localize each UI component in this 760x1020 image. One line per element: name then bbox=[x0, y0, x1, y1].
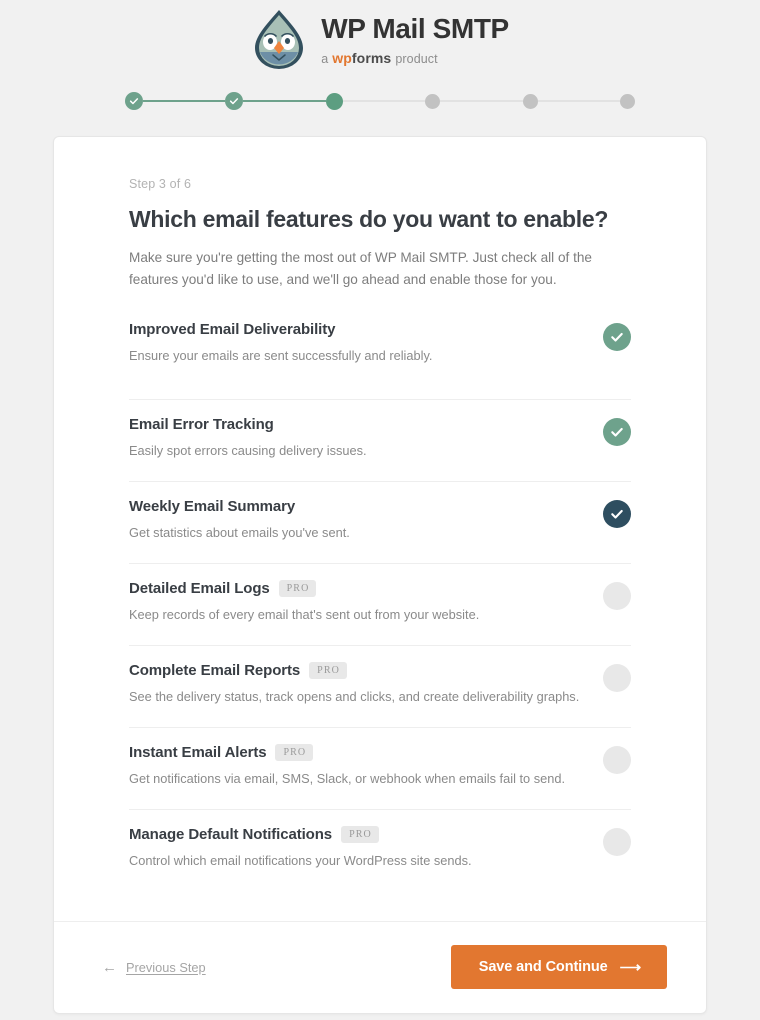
brand-tagline-forms: forms bbox=[351, 49, 392, 66]
stepper-dot-5[interactable] bbox=[522, 93, 538, 109]
stepper-dot-4[interactable] bbox=[425, 93, 441, 109]
page-title: Which email features do you want to enab… bbox=[129, 206, 609, 232]
feature-copy: Manage Default Notifications PRO Control w… bbox=[129, 826, 603, 871]
stepper-connector-5 bbox=[537, 100, 621, 102]
feature-title: Complete Email Reports bbox=[129, 662, 301, 680]
feature-copy: Email Error Tracking Easily spot errors c… bbox=[129, 416, 603, 461]
stepper-dot-3[interactable] bbox=[325, 92, 343, 110]
brand-logo: WP Mail SMTP a wp forms product bbox=[251, 8, 509, 70]
feature-description: Control which email notifications your W… bbox=[129, 853, 472, 869]
feature-title-line: Email Error Tracking bbox=[129, 416, 587, 433]
feature-description: Ensure your emails are sent successfully… bbox=[129, 348, 433, 364]
feature-copy: Instant Email Alerts PRO Get notifications… bbox=[129, 744, 603, 789]
page-description: Make sure you're getting the most out of… bbox=[129, 250, 592, 288]
feature-title: Manage Default Notifications bbox=[129, 826, 333, 844]
brand-tagline-prefix: a bbox=[321, 51, 329, 66]
feature-title: Email Error Tracking bbox=[129, 416, 274, 434]
feature-row[interactable]: Complete Email Reports PRO See the deliver… bbox=[129, 645, 631, 727]
feature-title-line: Detailed Email Logs PRO bbox=[129, 580, 587, 598]
feature-toggle-off[interactable] bbox=[603, 746, 631, 775]
feature-toggle-focused[interactable] bbox=[603, 500, 631, 529]
stepper-dot-2[interactable] bbox=[225, 92, 244, 110]
feature-title-line: Manage Default Notifications PRO bbox=[129, 826, 587, 844]
save-button-label: Save and Continue bbox=[478, 959, 608, 976]
previous-step-link[interactable]: ← Previous Step bbox=[84, 960, 206, 975]
save-and-continue-button[interactable]: Save and Continue ⟶ bbox=[450, 945, 667, 990]
feature-row[interactable]: Manage Default Notifications PRO Control w… bbox=[129, 809, 631, 891]
feature-toggle-off[interactable] bbox=[603, 664, 631, 693]
brand-wordmark: WP Mail SMTP a wp forms product bbox=[321, 12, 509, 66]
feature-description: Get notifications via email, SMS, Slack,… bbox=[129, 771, 566, 787]
feature-list: Improved Email Deliverability Ensure your… bbox=[129, 317, 631, 891]
previous-step-label: Previous Step bbox=[126, 959, 206, 975]
feature-title: Weekly Email Summary bbox=[129, 498, 296, 516]
feature-title-line: Improved Email Deliverability bbox=[129, 321, 587, 338]
stepper-dot-1[interactable] bbox=[125, 92, 143, 110]
pro-badge: PRO bbox=[275, 744, 314, 762]
stepper-connector-2 bbox=[243, 100, 326, 102]
setup-card-footer: ← Previous Step Save and Continue ⟶ bbox=[54, 921, 706, 1013]
feature-description: Get statistics about emails you've sent. bbox=[129, 525, 350, 541]
pro-badge: PRO bbox=[278, 580, 317, 598]
arrow-left-icon: ← bbox=[102, 958, 117, 976]
brand-tagline: a wp forms product bbox=[321, 50, 509, 66]
feature-title: Detailed Email Logs bbox=[129, 580, 270, 598]
feature-description: Easily spot errors causing delivery issu… bbox=[129, 443, 367, 459]
feature-title-line: Complete Email Reports PRO bbox=[129, 662, 587, 680]
pro-badge: PRO bbox=[341, 826, 379, 844]
feature-row[interactable]: Weekly Email Summary Get statistics about… bbox=[129, 481, 631, 563]
setup-card-body: Step 3 of 6 Which email features do you … bbox=[54, 137, 706, 891]
feature-row[interactable]: Improved Email Deliverability Ensure your… bbox=[129, 317, 631, 399]
setup-progress-stepper bbox=[125, 92, 636, 110]
arrow-right-icon: ⟶ bbox=[619, 958, 642, 976]
feature-title: Instant Email Alerts bbox=[129, 744, 267, 762]
feature-title-line: Weekly Email Summary bbox=[129, 498, 587, 515]
feature-description: See the delivery status, track opens and… bbox=[129, 689, 580, 705]
feature-toggle-on[interactable] bbox=[603, 418, 631, 447]
app-header: WP Mail SMTP a wp forms product bbox=[0, 0, 760, 70]
stepper-connector-3 bbox=[342, 100, 426, 102]
feature-copy: Improved Email Deliverability Ensure your… bbox=[129, 321, 603, 366]
feature-toggle-off[interactable] bbox=[603, 828, 631, 857]
brand-tagline-suffix: product bbox=[395, 51, 438, 66]
stepper-connector-1 bbox=[143, 100, 226, 102]
setup-wizard-card: Step 3 of 6 Which email features do you … bbox=[53, 136, 707, 1015]
feature-title-line: Instant Email Alerts PRO bbox=[129, 744, 587, 762]
feature-toggle-on[interactable] bbox=[603, 323, 631, 352]
feature-copy: Detailed Email Logs PRO Keep records of ev… bbox=[129, 580, 603, 625]
brand-tagline-wp: wp bbox=[332, 49, 352, 66]
brand-title: WP Mail SMTP bbox=[321, 13, 509, 45]
pro-badge: PRO bbox=[309, 662, 347, 680]
stepper-connector-4 bbox=[440, 100, 523, 102]
feature-row[interactable]: Email Error Tracking Easily spot errors c… bbox=[129, 399, 631, 481]
step-counter-label: Step 3 of 6 bbox=[129, 177, 192, 191]
wp-mail-smtp-bird-logo-icon bbox=[255, 10, 304, 69]
feature-row[interactable]: Detailed Email Logs PRO Keep records of ev… bbox=[129, 563, 631, 645]
stepper-dot-6[interactable] bbox=[620, 93, 636, 109]
feature-description: Keep records of every email that's sent … bbox=[129, 607, 480, 623]
feature-row[interactable]: Instant Email Alerts PRO Get notifications… bbox=[129, 727, 631, 809]
feature-title: Improved Email Deliverability bbox=[129, 321, 336, 339]
feature-copy: Weekly Email Summary Get statistics about… bbox=[129, 498, 603, 543]
feature-toggle-off[interactable] bbox=[603, 582, 631, 611]
feature-copy: Complete Email Reports PRO See the deliver… bbox=[129, 662, 603, 707]
